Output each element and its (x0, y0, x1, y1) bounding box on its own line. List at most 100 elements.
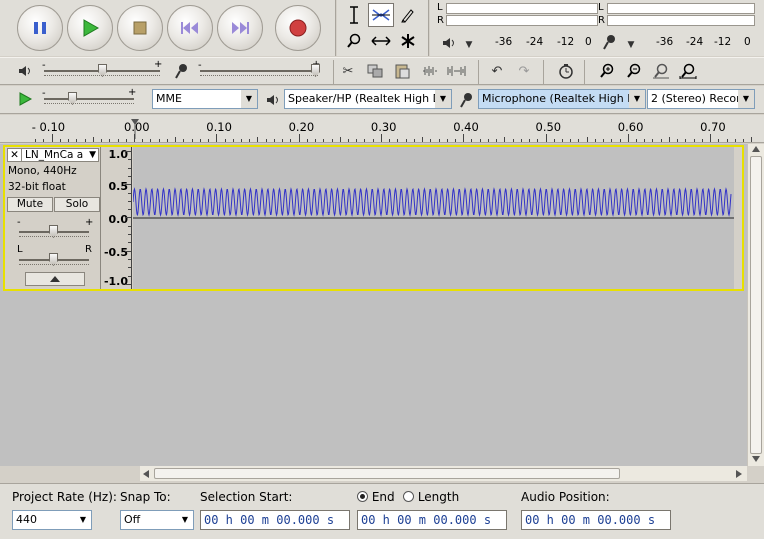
skip-end-button[interactable] (217, 5, 263, 51)
amplitude-tick (125, 151, 131, 152)
play-scale-tick: 0 (585, 36, 592, 48)
separator (478, 60, 479, 84)
fit-selection-icon[interactable] (650, 60, 672, 82)
draw-tool-icon[interactable] (395, 3, 421, 27)
solo-button[interactable]: Solo (54, 197, 100, 212)
multi-tool-icon[interactable] (395, 29, 421, 53)
play-meter-menu-icon[interactable]: ▼ (458, 34, 480, 56)
ruler-tick (537, 139, 539, 142)
redo-icon[interactable]: ↷ (513, 60, 535, 82)
ruler-tick (471, 139, 473, 142)
scroll-down-icon[interactable] (752, 456, 760, 462)
radio-selected-icon (357, 491, 368, 502)
microphone-icon[interactable] (598, 31, 620, 53)
mute-button[interactable]: Mute (7, 197, 53, 212)
envelope-tool-icon[interactable] (368, 3, 394, 27)
sync-lock-icon[interactable] (555, 60, 577, 82)
gain-minus-label: - (17, 217, 21, 228)
fit-project-icon[interactable] (677, 60, 699, 82)
track-name-dropdown[interactable]: ✕ LN_MnCa a ▼ (7, 148, 99, 162)
ruler-tick (372, 139, 374, 142)
play-icon (83, 19, 99, 37)
record-button[interactable] (275, 5, 321, 51)
audio-host-select[interactable]: MME ▼ (152, 89, 258, 109)
amplitude-tick (128, 209, 131, 211)
zoom-tool-icon[interactable] (341, 29, 367, 53)
trim-icon[interactable] (419, 60, 441, 82)
end-radio[interactable]: End (357, 490, 395, 504)
amplitude-label: 1.0 (108, 148, 129, 161)
channels-select[interactable]: 2 (Stereo) Record ▼ (647, 89, 755, 109)
project-rate-select[interactable]: 440 ▼ (12, 510, 92, 530)
pause-button[interactable] (17, 5, 63, 51)
rec-scale-tick: -24 (686, 36, 704, 48)
ruler-tick (693, 139, 695, 142)
speed-track[interactable] (44, 98, 134, 100)
project-rate-label: Project Rate (Hz): (12, 490, 117, 504)
speaker-icon[interactable] (438, 32, 460, 54)
horizontal-scroll-thumb[interactable] (154, 468, 620, 479)
rec-meter-menu-icon[interactable]: ▼ (620, 34, 642, 56)
waveform-area[interactable] (132, 147, 734, 289)
amplitude-tick (125, 184, 131, 186)
play-button[interactable] (67, 5, 113, 51)
audio-position-field[interactable]: 00 h 00 m 00.000 s (521, 510, 671, 530)
output-device-select[interactable]: Speaker/HP (Realtek High Defi ▼ (284, 89, 452, 109)
selection-end-field[interactable]: 00 h 00 m 00.000 s (357, 510, 507, 530)
ruler-tick (430, 139, 432, 142)
selection-start-value: 00 h 00 m 00.000 s (204, 513, 335, 527)
pan-left-label: L (17, 244, 23, 255)
scroll-right-icon[interactable] (736, 470, 742, 478)
chevron-down-icon: ▼ (629, 90, 645, 108)
undo-icon[interactable]: ↶ (486, 60, 508, 82)
timeshift-tool-icon[interactable] (368, 29, 394, 53)
ruler-tick (76, 139, 78, 142)
ruler-tick (59, 139, 61, 142)
amplitude-tick (128, 225, 131, 227)
selection-start-field[interactable]: 00 h 00 m 00.000 s (200, 510, 350, 530)
horizontal-scrollbar[interactable] (140, 466, 747, 481)
paste-icon[interactable] (391, 60, 413, 82)
copy-icon[interactable] (364, 60, 386, 82)
play-at-speed-icon[interactable] (14, 88, 36, 110)
audio-track[interactable]: ✕ LN_MnCa a ▼ Mono, 440Hz 32-bit float M… (3, 145, 744, 291)
ruler-tick (644, 139, 646, 142)
snap-to-label: Snap To: (120, 490, 171, 504)
rec-scale-tick: 0 (744, 36, 751, 48)
pause-icon (34, 22, 46, 34)
amplitude-tick (128, 175, 131, 177)
channels-value: 2 (Stereo) Record (651, 92, 748, 105)
device-toolbar: - + MME ▼ Speaker/HP (Realtek High Defi … (0, 86, 764, 114)
ruler-tick (479, 139, 481, 142)
length-radio[interactable]: Length (403, 490, 459, 504)
play-scale-tick: -24 (526, 36, 544, 48)
cut-icon[interactable]: ✂ (337, 60, 359, 82)
ruler-tick (380, 134, 382, 142)
collapse-track-button[interactable] (25, 272, 85, 286)
timeline-ruler[interactable]: - 0.10 0.00 0.10 0.20 0.30 0.40 0.50 0.60 0.70 (0, 115, 764, 143)
close-icon[interactable]: ✕ (8, 149, 22, 161)
amplitude-tick (128, 267, 131, 269)
input-device-select[interactable]: Microphone (Realtek High Defi ▼ (478, 89, 646, 109)
ruler-tick (364, 139, 366, 142)
stop-button[interactable] (117, 5, 163, 51)
mixer-edit-toolbar: - + - + ✂ ↶ ↷ (0, 57, 764, 85)
play-scale-tick: -36 (495, 36, 513, 48)
silence-icon[interactable] (446, 60, 468, 82)
ruler-tick (504, 137, 506, 142)
scroll-up-icon[interactable] (752, 146, 760, 152)
ruler-tick (594, 139, 596, 142)
selection-tool-icon[interactable] (341, 3, 367, 27)
ruler-tick (611, 139, 613, 142)
vertical-scroll-thumb[interactable] (750, 156, 762, 454)
zoom-in-icon[interactable] (596, 60, 618, 82)
ruler-tick (512, 139, 514, 142)
skip-start-button[interactable] (167, 5, 213, 51)
audio-host-value: MME (156, 92, 182, 105)
zoom-out-icon[interactable] (623, 60, 645, 82)
ruler-tick (561, 139, 563, 142)
vertical-scrollbar[interactable] (747, 144, 764, 466)
snap-to-select[interactable]: Off ▼ (120, 510, 194, 530)
scroll-left-icon[interactable] (143, 470, 149, 478)
input-volume-track[interactable] (200, 70, 318, 72)
